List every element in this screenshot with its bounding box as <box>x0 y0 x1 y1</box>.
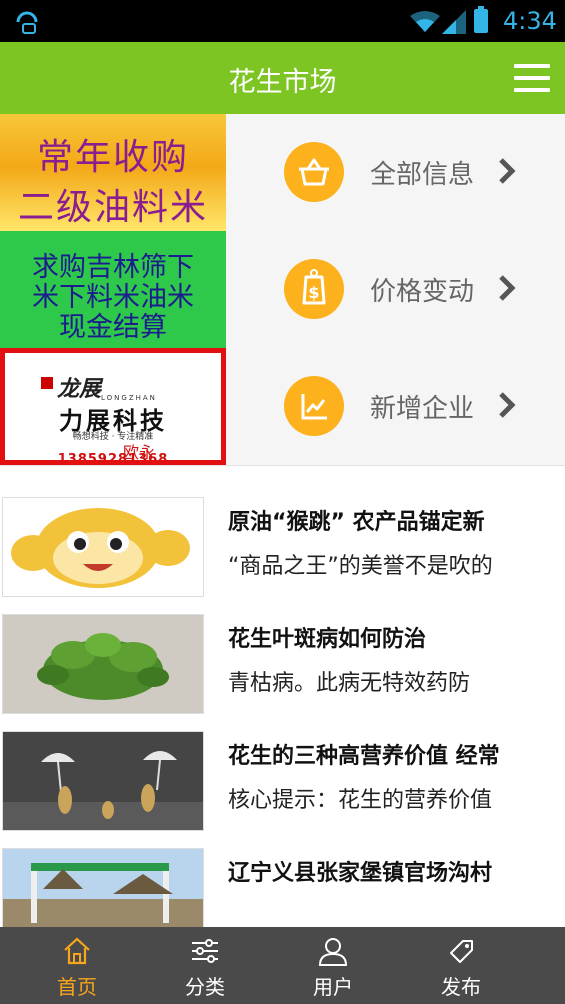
signal-icon <box>442 10 466 34</box>
tag-icon <box>450 940 473 963</box>
news-summary: “商品之王”的美誉不是吹的 <box>228 554 493 579</box>
ad-slogan: 畅想科技 · 专注精准 <box>72 432 154 442</box>
tab-label: 首页 <box>57 975 97 999</box>
ad-brand: 龙展 <box>57 377 102 402</box>
news-title: 花生的三种高营养价值 经常 <box>228 744 500 769</box>
banner-row: 常年收购 二级油料米 全部信息 <box>0 114 565 232</box>
ad-banner-oil-rice[interactable]: 常年收购 二级油料米 <box>0 114 226 231</box>
category-label: 全部信息 <box>370 160 475 190</box>
category-label: 价格变动 <box>370 277 475 307</box>
chevron-right-icon <box>499 275 516 301</box>
chevron-right-icon <box>499 392 516 418</box>
ad-line: 常年收购 <box>36 137 189 178</box>
tab-label: 发布 <box>441 975 481 999</box>
tab-publish[interactable]: 发布 <box>396 927 526 1004</box>
news-title: 辽宁义县张家堡镇官场沟村 <box>228 861 493 886</box>
notification-icon <box>16 11 38 34</box>
news-summary: 青枯病。此病无特效药防 <box>228 671 471 696</box>
news-thumbnail <box>2 731 204 831</box>
page-title: 花生市场 <box>228 67 337 98</box>
news-item[interactable]: 原油“猴跳” 农产品锚定新 “商品之王”的美誉不是吹的 <box>0 482 565 600</box>
tab-home[interactable]: 首页 <box>12 927 142 1004</box>
category-price-change[interactable]: $ 价格变动 <box>226 231 565 348</box>
sliders-icon <box>192 939 218 963</box>
news-thumbnail <box>2 614 204 714</box>
news-title: 原油“猴跳” 农产品锚定新 <box>228 510 485 535</box>
chevron-right-icon <box>499 158 516 184</box>
ad-banner-jilin-rice[interactable]: 求购吉林筛下 米下料米油米 现金结算 <box>0 231 226 348</box>
home-icon <box>64 937 90 965</box>
line-chart-icon <box>284 376 344 436</box>
category-new-companies[interactable]: 新增企业 <box>226 348 565 465</box>
news-item[interactable]: 花生叶斑病如何防治 青枯病。此病无特效药防 <box>0 599 565 717</box>
news-summary: 核心提示：花生的营养价值 <box>228 788 493 813</box>
news-title: 花生叶斑病如何防治 <box>228 627 427 652</box>
app-header: 花生市场 <box>0 42 565 114</box>
banner-row: 龙展 LONGZHAN 力展科技 畅想科技 · 专注精准 欧永 13859281… <box>0 348 565 466</box>
bottom-tab-bar: 首页 分类 用户 发布 <box>0 927 565 1004</box>
category-label: 新增企业 <box>370 394 475 424</box>
tab-user[interactable]: 用户 <box>268 927 398 1004</box>
hamburger-menu-icon[interactable] <box>514 64 550 92</box>
battery-icon <box>474 6 488 33</box>
basket-icon <box>284 142 344 202</box>
ad-banner-lizhan-tech[interactable]: 龙展 LONGZHAN 力展科技 畅想科技 · 专注精准 欧永 13859281… <box>0 348 226 465</box>
tab-category[interactable]: 分类 <box>140 927 270 1004</box>
news-item[interactable]: 花生的三种高营养价值 经常 核心提示：花生的营养价值 <box>0 716 565 834</box>
logo-mark <box>41 377 53 389</box>
ad-line: 现金结算 <box>59 312 167 343</box>
price-tag-icon: $ <box>284 259 344 319</box>
user-icon <box>318 938 348 966</box>
wifi-icon <box>410 11 440 32</box>
tab-label: 用户 <box>313 975 353 999</box>
status-bar: 4:34 <box>0 0 565 42</box>
svg-text:$: $ <box>308 283 319 302</box>
clock: 4:34 <box>503 7 557 35</box>
banner-row: 求购吉林筛下 米下料米油米 现金结算 $ 价格变动 <box>0 231 565 349</box>
category-all-info[interactable]: 全部信息 <box>226 114 565 231</box>
ad-line: 二级油料米 <box>17 187 208 228</box>
news-thumbnail <box>2 497 204 597</box>
tab-label: 分类 <box>185 975 225 999</box>
ad-phone: 13859281368 <box>57 452 169 465</box>
